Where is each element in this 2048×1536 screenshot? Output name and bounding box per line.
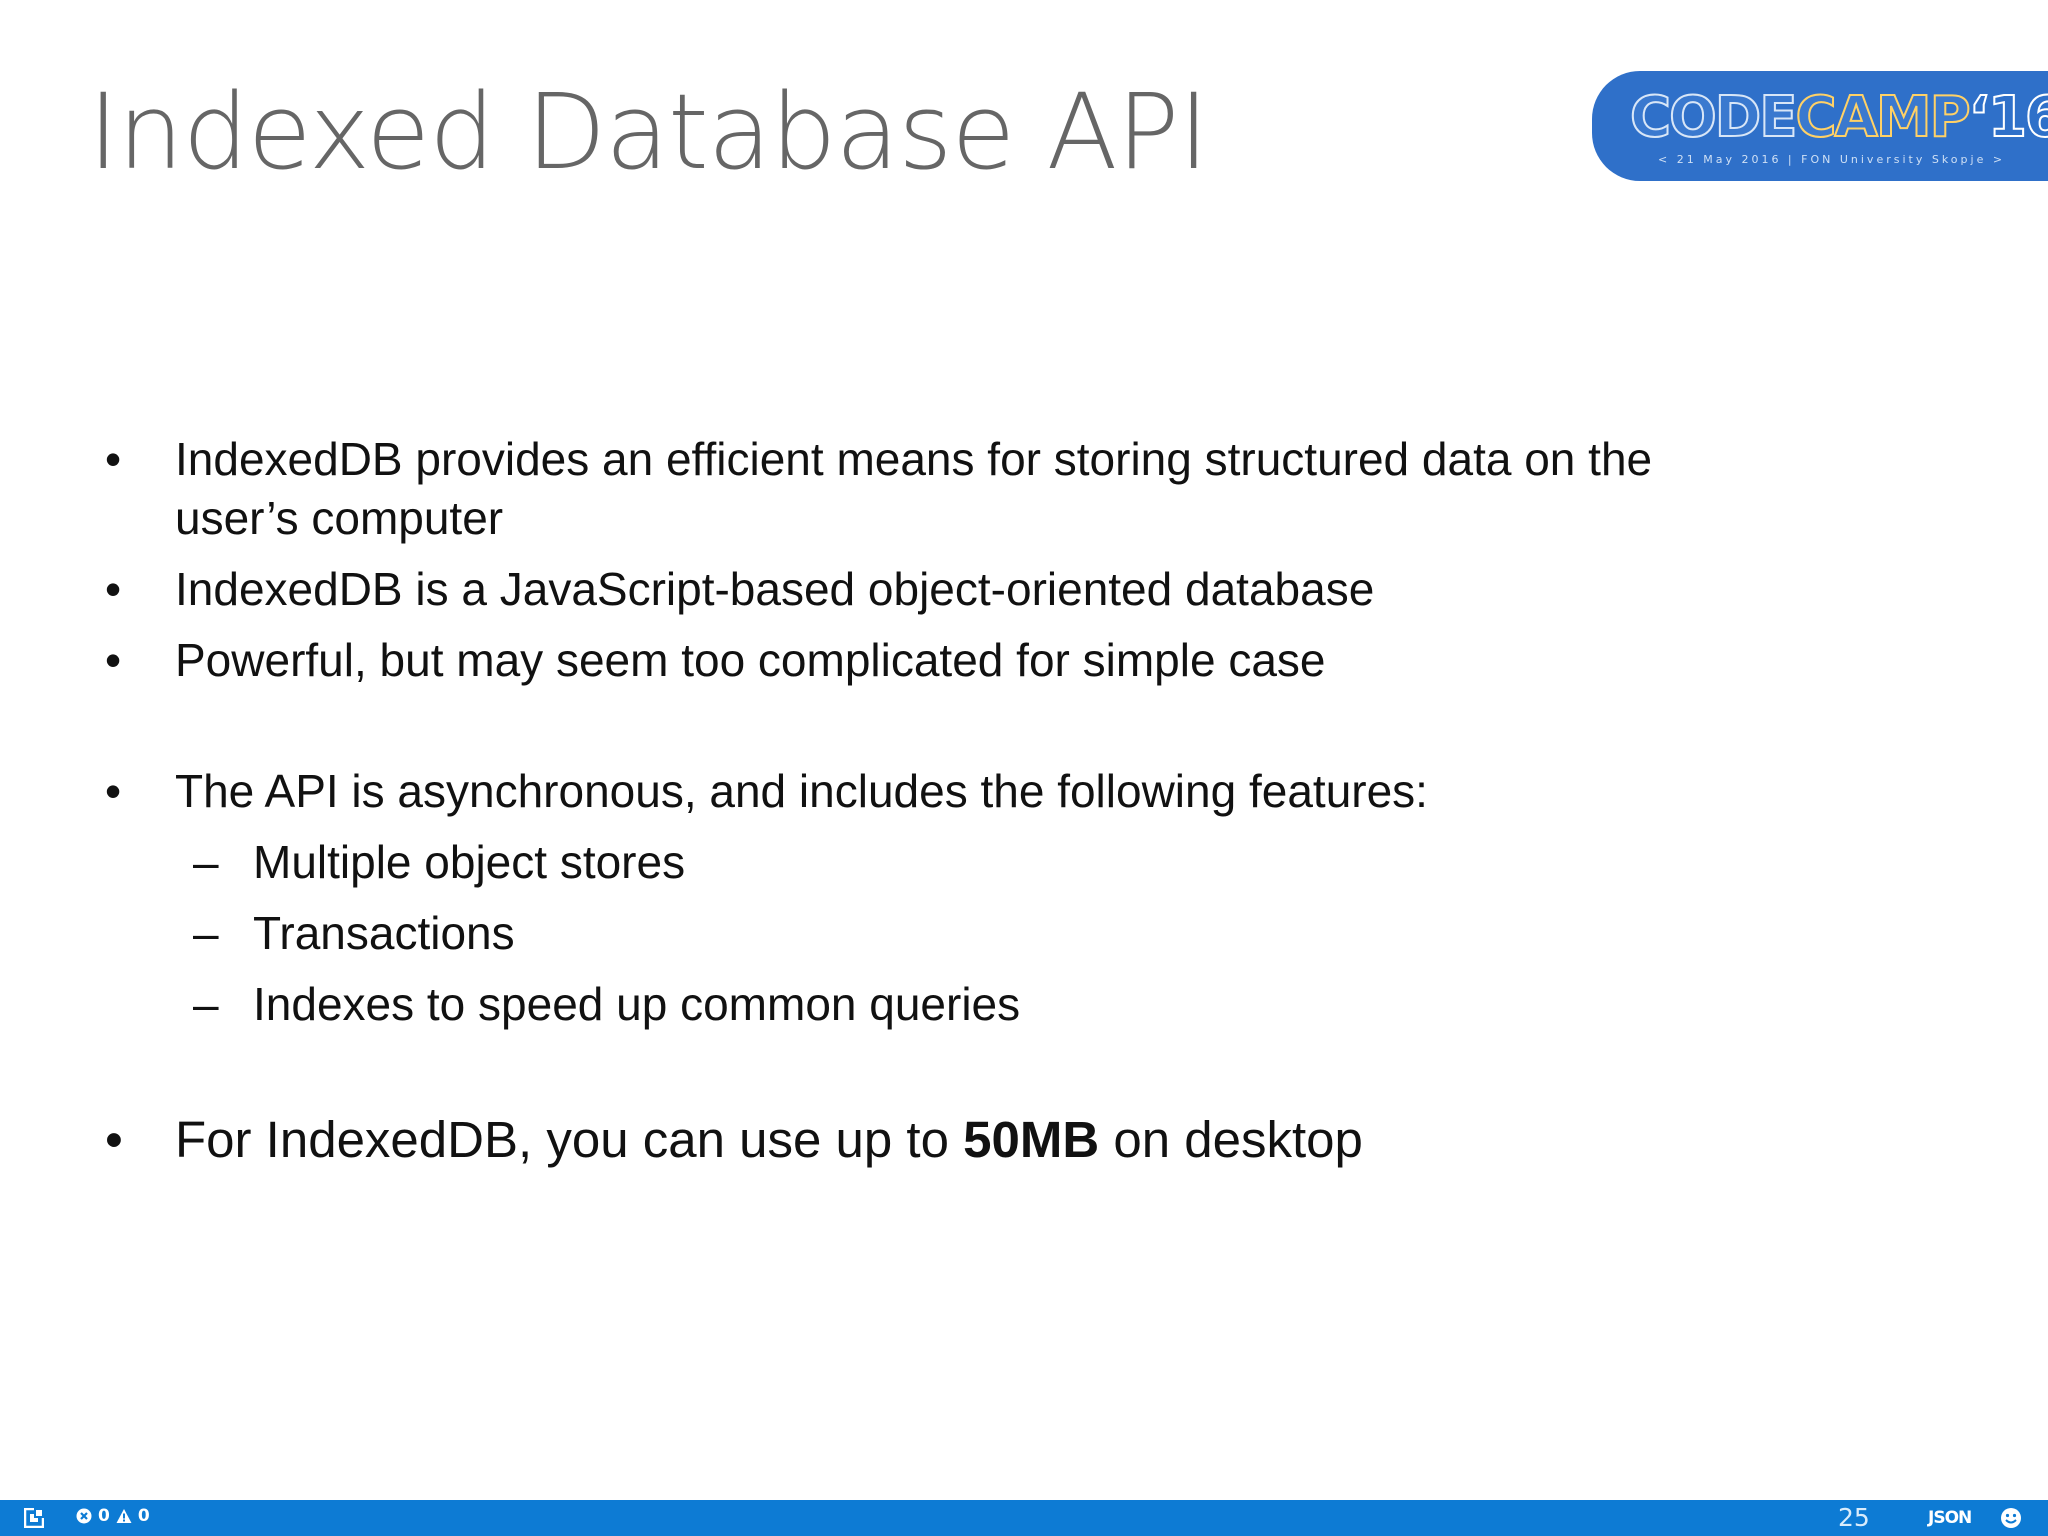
dash-mark: – [193, 836, 219, 888]
bullet-text: Powerful, but may seem too complicated f… [175, 634, 1326, 686]
bullet-item: • Powerful, but may seem too complicated… [105, 631, 1725, 690]
sub-bullet-text: Indexes to speed up common queries [253, 978, 1021, 1030]
bullet-item: • The API is asynchronous, and includes … [105, 762, 1725, 821]
error-count: 0 [98, 1506, 110, 1526]
logo-code: CODE [1629, 85, 1798, 150]
bullet-text-end: on desktop [1099, 1111, 1363, 1168]
storage-limit: 50MB [963, 1111, 1100, 1168]
dash-mark: – [193, 907, 219, 959]
warning-icon [116, 1509, 132, 1523]
warning-count: 0 [137, 1506, 150, 1526]
bullet-text-start: For IndexedDB, you can use up to [175, 1111, 964, 1168]
sub-bullet-text: Multiple object stores [253, 836, 686, 888]
page-number: 25 [1838, 1503, 1870, 1532]
sub-bullet-item: – Indexes to speed up common queries [105, 975, 1725, 1034]
bullet-mark: • [105, 634, 122, 686]
bullet-item: • For IndexedDB, you can use up to 50MB … [105, 1108, 1725, 1172]
bullet-text: The API is asynchronous, and includes th… [175, 765, 1428, 817]
bullet-mark: • [105, 1111, 123, 1168]
home-icon[interactable] [24, 1508, 44, 1528]
status-bar: 0 0 25 JSON [0, 1500, 2048, 1536]
sub-bullet-item: – Multiple object stores [105, 833, 1725, 892]
sub-bullet-item: – Transactions [105, 904, 1725, 963]
bullet-item: • IndexedDB provides an efficient means … [105, 430, 1725, 548]
logo-wordmark: CODECAMP‘16 [1629, 88, 2048, 148]
bullet-text: IndexedDB provides an efficient means fo… [175, 433, 1653, 544]
slide-title: Indexed Database API [88, 71, 1209, 193]
bullet-item: • IndexedDB is a JavaScript-based object… [105, 560, 1725, 619]
language-mode[interactable]: JSON [1928, 1508, 1972, 1528]
logo-year: ‘16 [1968, 85, 2048, 150]
bullet-mark: • [105, 433, 122, 485]
logo-subline: < 21 May 2016 | FON University Skopje > [1658, 153, 2006, 166]
bullet-mark: • [105, 765, 122, 817]
bullet-mark: • [105, 563, 122, 615]
error-icon [76, 1508, 92, 1524]
logo-camp: CAMP [1794, 85, 1971, 150]
problems-indicator[interactable]: 0 0 [76, 1506, 150, 1526]
feedback-smiley-icon[interactable] [2000, 1507, 2022, 1529]
slide-content: • IndexedDB provides an efficient means … [105, 430, 1725, 1184]
dash-mark: – [193, 978, 219, 1030]
codecamp-logo: CODECAMP‘16 < 21 May 2016 | FON Universi… [1592, 71, 2048, 181]
sub-bullet-text: Transactions [253, 907, 515, 959]
bullet-text: IndexedDB is a JavaScript-based object-o… [175, 563, 1375, 615]
